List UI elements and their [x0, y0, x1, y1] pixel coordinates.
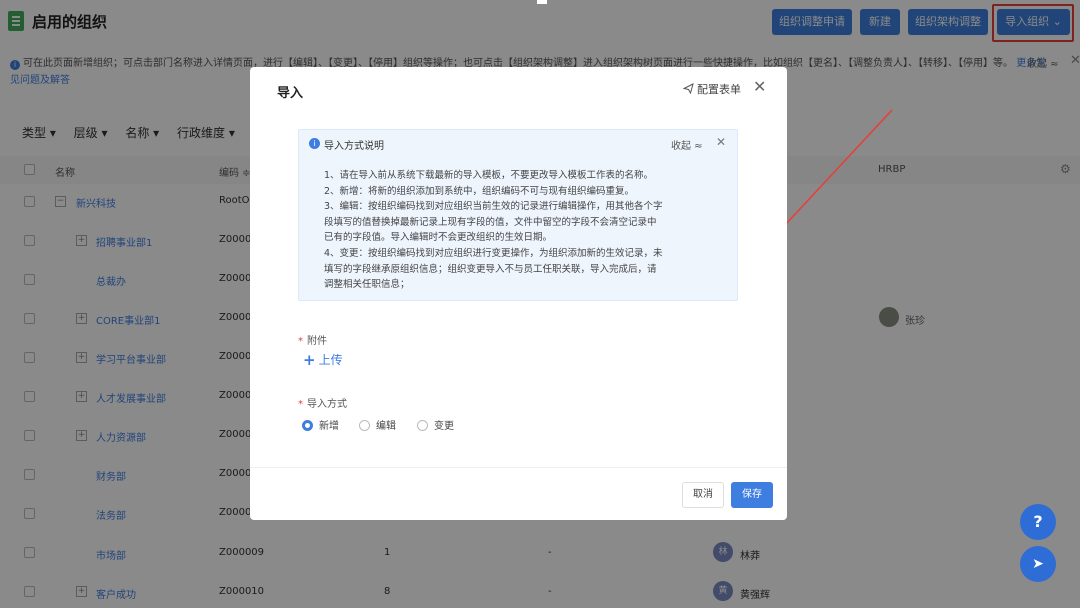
notice-line: 4、变更：按组织编码找到对应组织进行变更操作，为组织添加新的生效记录，未填写的字…	[324, 247, 663, 291]
page: 启用的组织 ▾ 组织调整申请 新建 组织架构调整 导入组织 ⌄ i 可在此页面新增…	[0, 0, 1080, 608]
plus-icon: +	[303, 351, 316, 369]
radio-dot[interactable]	[359, 420, 370, 431]
notice-close-icon[interactable]: ✕	[716, 135, 726, 149]
radio-label: 新增	[319, 421, 339, 432]
import-mode-label-text: 导入方式	[307, 399, 347, 410]
import-mode-label: * 导入方式	[298, 399, 347, 410]
radio-label: 变更	[434, 421, 454, 432]
notice-title: 导入方式说明	[324, 141, 384, 152]
upload-label: 上传	[318, 353, 343, 367]
top-marker	[537, 0, 547, 4]
radio-change[interactable]: 变更	[417, 417, 454, 432]
notice-collapse-button[interactable]: 收起 ≈	[671, 137, 703, 152]
notice-body: 1、请在导入前从系统下载最新的导入模板，不要更改导入模板工作表的名称。 2、新增…	[324, 168, 664, 293]
radio-edit[interactable]: 编辑	[359, 417, 396, 432]
cancel-button[interactable]: 取消	[682, 482, 724, 508]
notice-line: 3、编辑：按组织编码找到对应组织当前生效的记录进行编辑操作，用其他各个字段填写的…	[324, 201, 663, 244]
config-form-button[interactable]: 配置表单	[682, 81, 741, 97]
send-button[interactable]: ➤	[1020, 546, 1056, 582]
attachment-label-text: 附件	[307, 336, 327, 347]
help-button[interactable]: ?	[1020, 504, 1056, 540]
radio-new[interactable]: 新增	[302, 417, 339, 432]
upload-button[interactable]: + 上传	[303, 351, 343, 369]
radio-label: 编辑	[376, 421, 396, 432]
radio-dot[interactable]	[302, 420, 313, 431]
dialog-footer-divider	[250, 467, 787, 468]
attachment-label: * 附件	[298, 336, 327, 347]
import-dialog: 导入 配置表单 ✕ i 导入方式说明 收起 ≈ ✕ 1、请在导入前从系统下载最新…	[250, 67, 787, 520]
save-button[interactable]: 保存	[731, 482, 773, 508]
notice-line: 2、新增：将新的组织添加到系统中，组织编码不可与现有组织编码重复。	[324, 185, 635, 197]
close-icon[interactable]: ✕	[753, 77, 766, 96]
radio-dot[interactable]	[417, 420, 428, 431]
notice-line: 1、请在导入前从系统下载最新的导入模板，不要更改导入模板工作表的名称。	[324, 170, 654, 181]
send-icon	[682, 83, 694, 95]
dialog-title: 导入	[277, 86, 304, 101]
config-form-label: 配置表单	[697, 83, 741, 96]
import-notice: i 导入方式说明 收起 ≈ ✕ 1、请在导入前从系统下载最新的导入模板，不要更改…	[298, 129, 738, 301]
info-icon: i	[309, 138, 320, 149]
